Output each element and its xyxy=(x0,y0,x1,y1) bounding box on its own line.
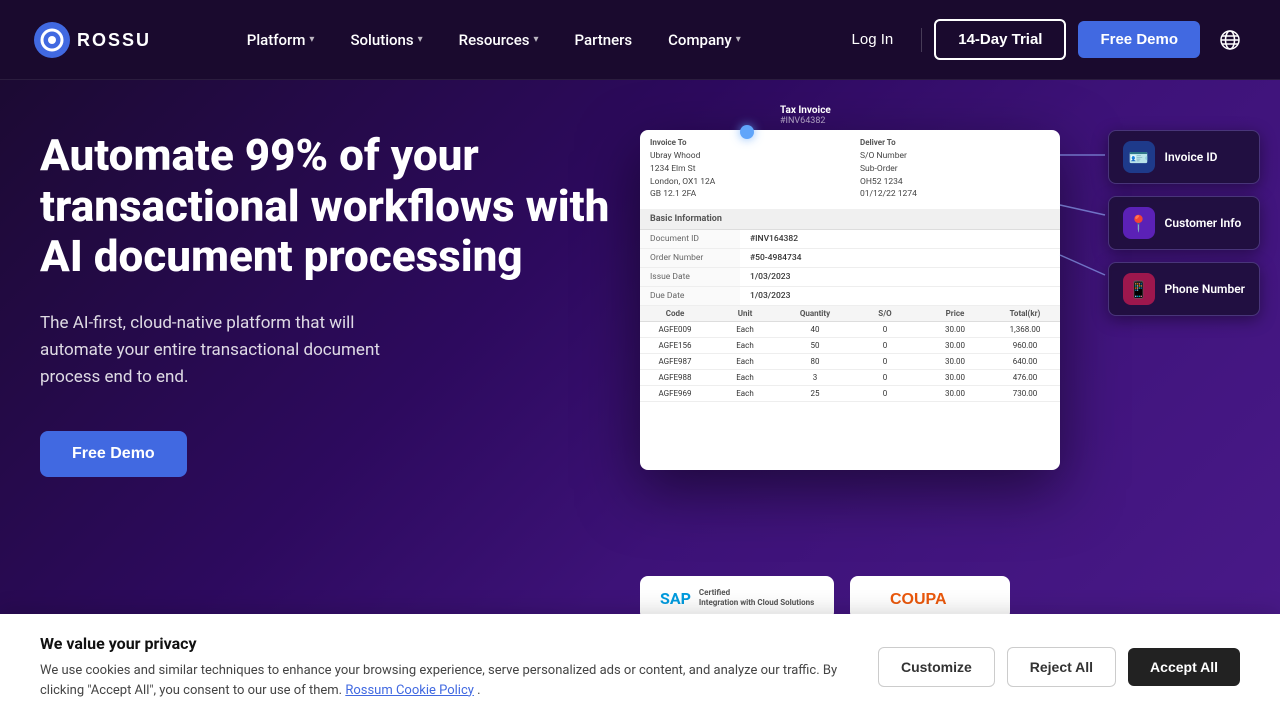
floating-label-customer-info: 📍 Customer Info xyxy=(1108,196,1260,250)
cookie-title: We value your privacy xyxy=(40,634,860,653)
doc-value-ordernum: #50-4984734 xyxy=(740,249,1060,267)
hero-heading: Automate 99% of your transactional workf… xyxy=(40,130,620,282)
nav-solutions[interactable]: Solutions ▾ xyxy=(336,23,436,57)
nav-company[interactable]: Company ▾ xyxy=(654,23,755,57)
logo[interactable]: ROSSUM xyxy=(32,20,152,60)
deliver-to-text: S/O NumberSub-OrderOH52 123401/12/22 127… xyxy=(860,150,1050,201)
tax-invoice-header: Tax Invoice #INV64382 xyxy=(780,105,831,126)
doc-table-header: Code Unit Quantity S/O Price Total(kr) xyxy=(640,306,1060,322)
cookie-banner: We value your privacy We use cookies and… xyxy=(0,614,1280,720)
cookie-policy-link[interactable]: Rossum Cookie Policy xyxy=(345,683,474,698)
coupa-logo-svg: COUPA xyxy=(890,586,970,610)
sap-certified-text: CertifiedIntegration with Cloud Solution… xyxy=(699,588,814,607)
invoice-id-text: Invoice ID xyxy=(1165,150,1218,164)
customer-info-text: Customer Info xyxy=(1165,216,1242,230)
nav-partners[interactable]: Partners xyxy=(560,23,646,57)
customer-info-icon: 📍 xyxy=(1123,207,1155,239)
tax-invoice-label: Tax Invoice xyxy=(780,105,831,116)
doc-section-basic: Basic Information xyxy=(640,209,1060,230)
table-row: AGFE009Each40030.001,368.00 xyxy=(640,322,1060,338)
document-panel: Invoice To Ubray Whood1234 Elm StLondon,… xyxy=(640,130,1060,470)
trial-button[interactable]: 14-Day Trial xyxy=(934,19,1066,60)
cookie-text-area: We value your privacy We use cookies and… xyxy=(40,634,860,700)
floating-labels: 🪪 Invoice ID 📍 Customer Info 📱 Phone Num… xyxy=(1108,130,1260,316)
cookie-period: . xyxy=(477,683,480,698)
deliver-to-col: Deliver To S/O NumberSub-OrderOH52 12340… xyxy=(860,138,1050,201)
chevron-down-icon: ▾ xyxy=(418,34,423,45)
doc-label-docid: Document ID xyxy=(640,230,740,248)
hero-image-area: Tax Invoice #INV64382 Invoice To Ubray W… xyxy=(560,100,1260,600)
invoice-to-col: Invoice To Ubray Whood1234 Elm StLondon,… xyxy=(650,138,840,201)
table-row: AGFE156Each50030.00960.00 xyxy=(640,338,1060,354)
tax-invoice-number: #INV64382 xyxy=(780,116,831,126)
doc-invoice-header: Invoice To Ubray Whood1234 Elm StLondon,… xyxy=(640,130,1060,209)
invoice-id-icon: 🪪 xyxy=(1123,141,1155,173)
invoice-to-label: Invoice To xyxy=(650,138,840,147)
deliver-to-label: Deliver To xyxy=(860,138,1050,147)
chevron-down-icon: ▾ xyxy=(309,34,314,45)
phone-number-icon: 📱 xyxy=(1123,273,1155,305)
chevron-down-icon: ▾ xyxy=(736,34,741,45)
doc-field-ordernum: Order Number #50-4984734 xyxy=(640,249,1060,268)
hero-content: Automate 99% of your transactional workf… xyxy=(40,130,620,477)
floating-label-phone-number: 📱 Phone Number xyxy=(1108,262,1260,316)
phone-number-text: Phone Number xyxy=(1165,282,1245,296)
floating-label-invoice-id: 🪪 Invoice ID xyxy=(1108,130,1260,184)
doc-field-issuedate: Issue Date 1/03/2023 xyxy=(640,268,1060,287)
language-button[interactable] xyxy=(1212,22,1248,58)
cookie-body: We use cookies and similar techniques to… xyxy=(40,661,860,700)
blue-indicator-dot xyxy=(740,125,754,139)
doc-label-issuedate: Issue Date xyxy=(640,268,740,286)
hero-subtext: The AI-first, cloud-native platform that… xyxy=(40,310,430,392)
demo-nav-button[interactable]: Free Demo xyxy=(1078,21,1200,58)
table-row: AGFE969Each25030.00730.00 xyxy=(640,386,1060,402)
divider xyxy=(921,28,922,52)
table-row: AGFE987Each80030.00640.00 xyxy=(640,354,1060,370)
login-button[interactable]: Log In xyxy=(836,23,910,56)
chevron-down-icon: ▾ xyxy=(533,34,538,45)
cookie-actions: Customize Reject All Accept All xyxy=(878,647,1240,687)
accept-all-button[interactable]: Accept All xyxy=(1128,648,1240,686)
table-row: AGFE988Each3030.00476.00 xyxy=(640,370,1060,386)
doc-label-duedate: Due Date xyxy=(640,287,740,305)
navbar: ROSSUM Platform ▾ Solutions ▾ Resources … xyxy=(0,0,1280,80)
hero-section: Automate 99% of your transactional workf… xyxy=(0,0,1280,720)
sap-logo-text: SAP xyxy=(660,589,691,608)
doc-field-duedate: Due Date 1/03/2023 xyxy=(640,287,1060,306)
doc-value-issuedate: 1/03/2023 xyxy=(740,268,1060,286)
doc-label-ordernum: Order Number xyxy=(640,249,740,267)
svg-text:ROSSUM: ROSSUM xyxy=(77,30,152,50)
demo-hero-button[interactable]: Free Demo xyxy=(40,431,187,477)
doc-value-docid: #INV164382 xyxy=(740,230,1060,248)
nav-actions: Log In 14-Day Trial Free Demo xyxy=(836,19,1248,60)
nav-links: Platform ▾ Solutions ▾ Resources ▾ Partn… xyxy=(233,23,755,57)
invoice-to-name: Ubray Whood1234 Elm StLondon, OX1 12AGB … xyxy=(650,150,840,201)
customize-button[interactable]: Customize xyxy=(878,647,995,687)
reject-all-button[interactable]: Reject All xyxy=(1007,647,1116,687)
svg-text:COUPA: COUPA xyxy=(890,591,947,608)
doc-value-duedate: 1/03/2023 xyxy=(740,287,1060,305)
nav-platform[interactable]: Platform ▾ xyxy=(233,23,329,57)
nav-resources[interactable]: Resources ▾ xyxy=(445,23,553,57)
doc-field-docid: Document ID #INV164382 xyxy=(640,230,1060,249)
